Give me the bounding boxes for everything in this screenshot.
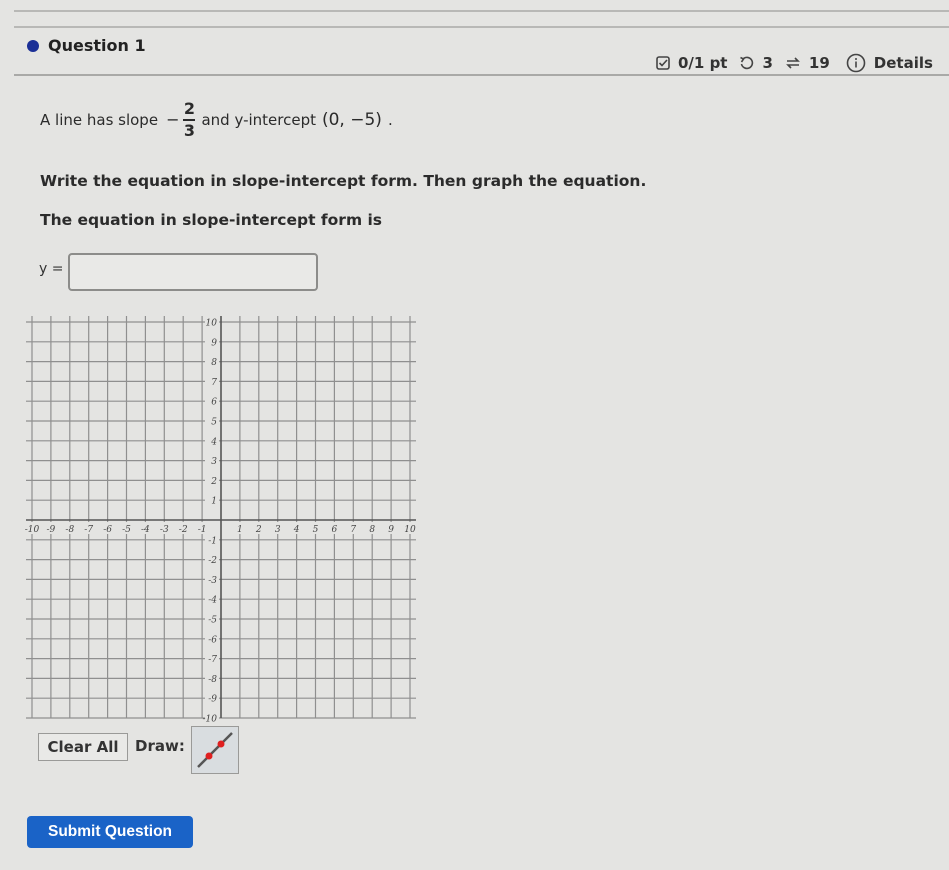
y-tick-label: -6 [208, 635, 217, 645]
question-status-dot-icon [27, 40, 39, 52]
draw-label: Draw: [135, 737, 185, 755]
x-tick-label: 7 [350, 525, 356, 535]
attempts-count: 19 [808, 54, 830, 72]
y-tick-label: -3 [208, 576, 217, 586]
y-tick-label: 2 [210, 477, 217, 487]
instruction-text: Write the equation in slope-intercept fo… [40, 172, 647, 190]
y-tick-label: -8 [208, 675, 217, 685]
top-divider [14, 10, 949, 12]
y-tick-label: 4 [210, 437, 217, 447]
slope-denominator: 3 [183, 120, 196, 140]
x-tick-label: -5 [122, 525, 131, 535]
x-tick-label: -6 [103, 525, 112, 535]
question-title: Question 1 [48, 36, 146, 55]
y-tick-label: -7 [208, 655, 217, 665]
info-icon[interactable] [846, 53, 866, 73]
y-tick-label: -2 [208, 556, 217, 566]
y-tick-label: 8 [211, 358, 217, 368]
slope-sign: − [166, 110, 180, 130]
x-tick-label: -4 [141, 525, 150, 535]
x-tick-label: -10 [25, 525, 40, 535]
equation-label: y = [39, 261, 64, 277]
prompt-text-prefix: A line has slope [40, 110, 159, 129]
x-tick-label: 8 [369, 525, 375, 535]
question-meta: 0/1 pt 3 19 Details [656, 53, 933, 73]
undo-icon [739, 56, 754, 71]
y-tick-label: -10 [203, 715, 218, 723]
x-tick-label: 4 [293, 525, 300, 535]
x-tick-label: 2 [255, 525, 262, 535]
x-tick-label: 9 [388, 525, 394, 535]
problem-statement: A line has slope − 2 3 and y-intercept (… [40, 100, 393, 140]
y-tick-label: -5 [208, 616, 217, 626]
coordinate-graph[interactable]: -10 -9 -8 -7 -6 -5 -4 -3 -2 -1 1 2 3 4 5 6 7 8 9 10 10 9 8 7 6 5 4… [20, 310, 420, 722]
y-tick-label: 6 [211, 398, 217, 408]
header-divider [14, 74, 949, 76]
x-tick-label: -2 [179, 525, 188, 535]
x-tick-label: 1 [237, 525, 243, 535]
y-tick-label: 9 [211, 338, 217, 348]
checkbox-icon [656, 56, 670, 70]
prompt-period: . [387, 110, 393, 129]
y-tick-label: 1 [211, 497, 217, 507]
y-tick-label: -4 [208, 596, 217, 606]
y-intercept-value: (0, −5) [321, 109, 382, 130]
equation-answer-input[interactable] [68, 253, 318, 291]
equation-prompt: The equation in slope-intercept form is [40, 211, 383, 229]
score-text: 0/1 pt [678, 54, 728, 72]
x-tick-label: -7 [84, 525, 93, 535]
slope-fraction: 2 3 [183, 99, 196, 140]
slope-numerator: 2 [183, 99, 196, 118]
x-tick-label: -1 [198, 525, 207, 535]
y-tick-label: 10 [206, 319, 218, 329]
x-tick-label: 6 [332, 525, 338, 535]
x-tick-label: 10 [404, 525, 416, 535]
line-tool-icon [197, 732, 233, 768]
prompt-text-middle: and y-intercept [201, 110, 316, 129]
y-tick-label: -1 [208, 536, 217, 546]
retries-count: 3 [762, 54, 773, 72]
x-tick-label: -8 [65, 525, 74, 535]
submit-question-button[interactable]: Submit Question [27, 816, 193, 848]
y-tick-label: 5 [211, 418, 217, 428]
x-tick-label: -3 [160, 525, 169, 535]
y-tick-label: 7 [211, 378, 217, 388]
y-tick-label: -9 [208, 695, 217, 705]
x-tick-label: 5 [313, 525, 319, 535]
details-link[interactable]: Details [874, 54, 933, 72]
line-draw-tool-button[interactable] [191, 726, 239, 774]
y-tick-label: 3 [211, 457, 217, 467]
top-divider-2 [14, 26, 949, 28]
repeat-icon [785, 55, 801, 71]
clear-all-button[interactable]: Clear All [38, 733, 128, 761]
x-tick-label: 3 [275, 525, 281, 535]
x-tick-label: -9 [47, 525, 56, 535]
